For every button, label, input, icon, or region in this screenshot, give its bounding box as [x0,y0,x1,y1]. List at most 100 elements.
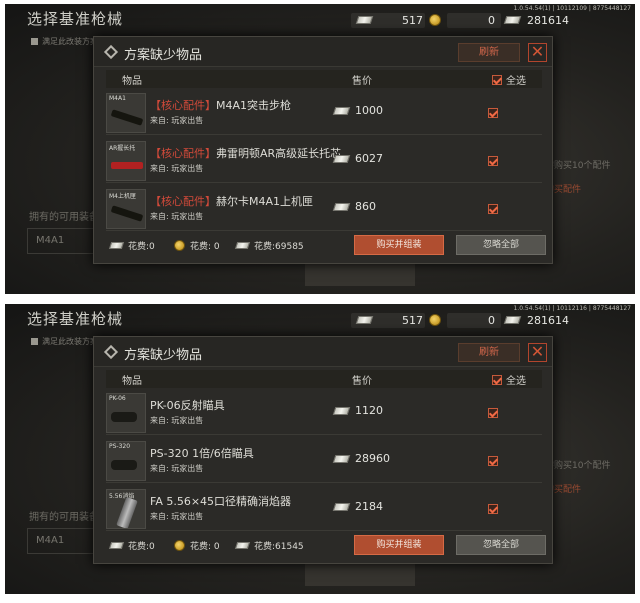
item-price: 860 [332,200,376,213]
cash-icon [503,16,522,24]
item-name-text: 赫尔卡M4A1上机匣 [216,195,314,208]
cost-coin-value: 花费: 0 [190,542,220,552]
item-thumbnail: AR握长托 [106,141,146,181]
owned-equipment-label: 拥有的可用装备 [29,212,99,223]
item-thumbnail: 5.56消焰 [106,489,146,529]
item-source: 来自: 玩家出售 [150,116,204,125]
ignore-all-button[interactable]: 忽略全部 [456,535,546,555]
item-price-value: 1000 [355,104,383,117]
coin-icon [429,314,441,326]
item-name: FA 5.56×45口径精确消焰器 [150,493,291,509]
suppressor-icon [116,496,138,528]
cash-icon [332,106,351,115]
cash-icon [108,542,125,549]
row-checkbox[interactable] [488,408,498,418]
row-checkbox[interactable] [488,108,498,118]
item-name: 【核心配件】弗雷明顿AR高级延长托芯 [150,145,341,161]
cash-balance-2 [503,313,522,327]
cash-balance-1 [355,313,374,327]
item-price: 1000 [332,104,383,117]
select-all-checkbox[interactable]: 全选 [492,72,526,87]
item-price-value: 1120 [355,404,383,417]
cash-icon [332,154,351,163]
cash-balance-1-value: 517 [402,313,423,327]
column-price: 售价 [352,76,372,87]
row-checkbox[interactable] [488,456,498,466]
buy-and-assemble-button[interactable]: 购买并组装 [354,535,444,555]
checkbox-checked-icon [492,374,502,385]
cash-icon [108,242,125,249]
cost-cash-2-value: 花费:61545 [254,542,304,552]
column-item: 物品 [122,376,142,387]
ignore-all-button[interactable]: 忽略全部 [456,235,546,255]
item-thumbnail: M4上机匣 [106,189,146,229]
select-all-checkbox[interactable]: 全选 [492,372,526,387]
item-source: 来自: 玩家出售 [150,512,204,521]
item-name: 【核心配件】M4A1突击步枪 [150,97,291,113]
item-price: 2184 [332,500,383,513]
core-part-tag: 【核心配件】 [150,99,216,112]
core-part-tag: 【核心配件】 [150,147,216,160]
cost-cash-1: 花费:0 [108,239,155,252]
buy-and-assemble-button[interactable]: 购买并组装 [354,235,444,255]
item-name-text: PS-320 1倍/6倍瞄具 [150,447,254,460]
screenshot-bottom: 选择基准枪械 满足此改装方案的枪械 拥有的可用装备 M4A1 需购买10个配件 … [5,304,635,594]
column-price: 售价 [352,376,372,387]
row-checkbox[interactable] [488,156,498,166]
cash-balance-2-value: 281614 [527,313,569,327]
cost-cash-2-value: 花费:69585 [254,242,304,252]
item-source: 来自: 玩家出售 [150,164,204,173]
table-row[interactable]: AR握长托 【核心配件】弗雷明顿AR高级延长托芯 来自: 玩家出售 6027 [106,139,542,183]
item-name: PS-320 1倍/6倍瞄具 [150,445,254,461]
item-price-value: 6027 [355,152,383,165]
owned-equipment-label: 拥有的可用装备 [29,512,99,523]
rifle-icon [110,109,144,126]
column-item: 物品 [122,76,142,87]
coin-balance-value: 0 [488,13,495,27]
table-row[interactable]: M4A1 【核心配件】M4A1突击步枪 来自: 玩家出售 1000 [106,91,542,135]
currency-bar: 1.0.54.54(1) | 10112116 | 8775448127 517… [325,304,635,334]
thumbnail-label: PS-320 [109,443,131,450]
close-button[interactable]: ✕ [528,343,547,362]
close-button[interactable]: ✕ [528,43,547,62]
item-name-text: M4A1突击步枪 [216,99,292,112]
refresh-button[interactable]: 刷新 [458,343,520,362]
coin-balance [429,13,441,27]
table-row[interactable]: PK-06 PK-06反射瞄具 来自: 玩家出售 1120 [106,391,542,435]
item-source: 来自: 玩家出售 [150,464,204,473]
cost-cash-1: 花费:0 [108,539,155,552]
cash-balance-2-value: 281614 [527,13,569,27]
thumbnail-label: M4A1 [109,95,126,102]
item-source: 来自: 玩家出售 [150,416,204,425]
dialog-header: 方案缺少物品 刷新 ✕ [94,337,552,367]
cost-coin: 花费: 0 [174,539,220,552]
cash-balance-1 [355,13,374,27]
select-all-label: 全选 [506,76,526,87]
cost-cash-2: 花费:69585 [234,239,304,252]
table-row[interactable]: PS-320 PS-320 1倍/6倍瞄具 来自: 玩家出售 28960 [106,439,542,483]
cash-icon [332,202,351,211]
thumbnail-label: PK-06 [109,395,126,402]
cash-icon [234,242,251,249]
thumbnail-label: M4上机匣 [109,193,136,200]
item-name: 【核心配件】赫尔卡M4A1上机匣 [150,193,313,209]
item-name-text: FA 5.56×45口径精确消焰器 [150,495,292,508]
refresh-button[interactable]: 刷新 [458,43,520,62]
coin-icon [174,540,185,551]
cost-coin-value: 花费: 0 [190,242,220,252]
row-checkbox[interactable] [488,504,498,514]
cash-icon [332,454,351,463]
version-text: 1.0.54.54(1) | 10112109 | 8775448127 [513,5,631,12]
currency-bar: 1.0.54.54(1) | 10112109 | 8775448127 517… [325,4,635,34]
coin-icon [429,14,441,26]
table-row[interactable]: 5.56消焰 FA 5.56×45口径精确消焰器 来自: 玩家出售 2184 [106,487,542,531]
cash-icon [234,542,251,549]
stock-tube-icon [111,162,143,169]
cash-balance-1-value: 517 [402,13,423,27]
row-checkbox[interactable] [488,204,498,214]
thumbnail-label: AR握长托 [109,145,136,152]
table-row[interactable]: M4上机匣 【核心配件】赫尔卡M4A1上机匣 来自: 玩家出售 860 [106,187,542,231]
select-all-label: 全选 [506,376,526,387]
cost-cash-1-value: 花费:0 [128,242,155,252]
item-thumbnail: PS-320 [106,441,146,481]
